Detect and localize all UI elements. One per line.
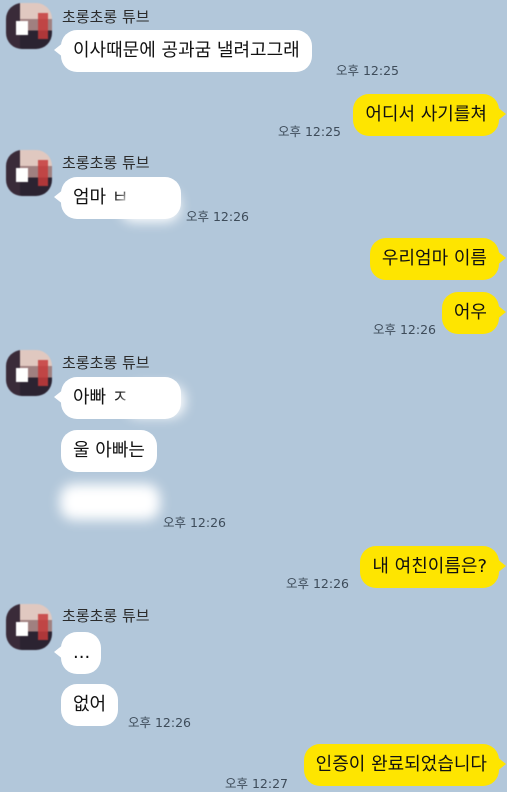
sender-name: 초롱초롱 튜브	[62, 8, 150, 26]
timestamp: 오후 12:26	[286, 576, 349, 591]
sender-name: 초롱초롱 튜브	[62, 607, 150, 625]
sender-name: 초롱초롱 튜브	[62, 354, 150, 372]
message-bubble[interactable]: 이사때문에 공과굼 낼려고그래	[54, 30, 312, 72]
sender-name: 초롱초롱 튜브	[62, 154, 150, 172]
timestamp: 오후 12:26	[186, 209, 249, 224]
avatar[interactable]	[6, 3, 52, 49]
avatar[interactable]	[6, 604, 52, 650]
message-bubble[interactable]: 인증이 완료되었습니다	[303, 744, 507, 786]
timestamp: 오후 12:26	[163, 515, 226, 530]
redacted-message	[60, 484, 160, 520]
redaction-blur	[125, 385, 185, 417]
timestamp: 오후 12:25	[278, 124, 341, 139]
message-bubble[interactable]: 내 여친이름은?	[360, 546, 506, 588]
timestamp: 오후 12:26	[373, 322, 436, 337]
message-bubble[interactable]: 없어	[61, 684, 119, 726]
message-bubble[interactable]: 울 아빠는	[61, 430, 157, 472]
message-bubble[interactable]: ...	[54, 632, 101, 674]
redaction-blur	[120, 190, 180, 222]
avatar[interactable]	[6, 150, 52, 196]
timestamp: 오후 12:27	[225, 776, 288, 791]
avatar[interactable]	[6, 350, 52, 396]
message-bubble[interactable]: 어우	[441, 292, 507, 334]
message-bubble[interactable]: 어디서 사기를쳐	[353, 94, 506, 136]
message-bubble[interactable]: 우리엄마 이름	[369, 238, 507, 280]
timestamp: 오후 12:25	[336, 63, 399, 78]
timestamp: 오후 12:26	[128, 715, 191, 730]
